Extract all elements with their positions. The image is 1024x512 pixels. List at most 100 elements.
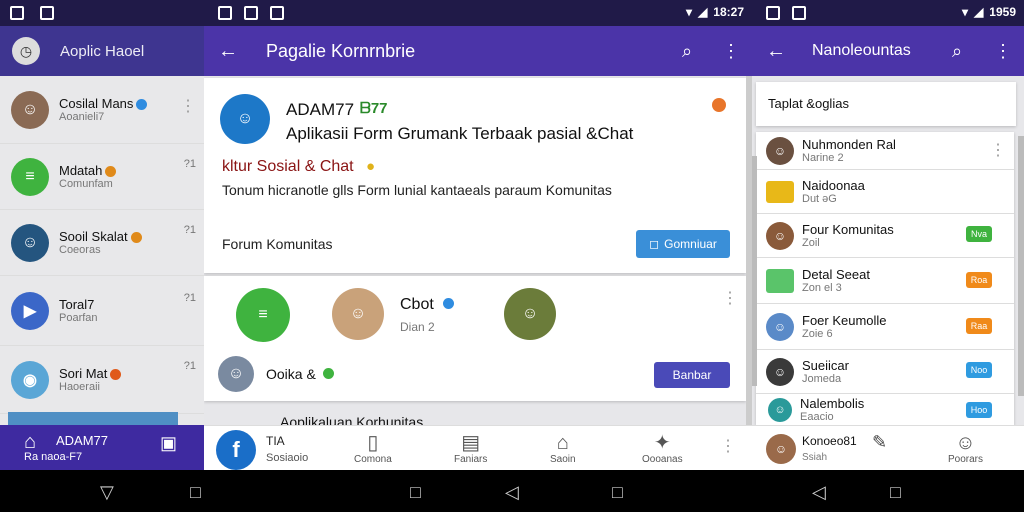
square-icon[interactable]: □ [612,482,623,503]
book-icon: ▯ [367,432,379,454]
share-icon: ✦ [653,432,671,454]
notification-icon [40,6,54,20]
status-bar-middle: ▾ ◢ 18:27 [204,0,752,26]
emoji-icon: ● [366,158,376,175]
list-item[interactable]: ◉ Sori Mat Haoeraii ?1 [0,346,204,414]
tab-label: Faniars [454,454,488,465]
check-icon [323,368,334,379]
chat-bubble-icon: ≡ [236,288,290,342]
more-icon[interactable]: ⋮ [180,96,196,116]
list-item[interactable]: ☺ Cosilal Mans Aoanieli7 ⋮ [0,76,204,144]
badge-icon [105,166,117,178]
verified-icon [136,99,148,111]
chat-icon: ▤ [461,432,481,454]
tab-label: Comona [354,454,392,465]
square-icon[interactable]: □ [410,482,421,503]
avatar: ☺ [766,434,796,464]
group-sub: Dian 2 [400,320,435,334]
middle-content: ☺ ADAM77 ᗷ77 Aplikasii Form Grumank Terb… [204,76,752,425]
member-name: Nalembolis [800,396,865,411]
tab-label: Oooanas [642,454,683,465]
facebook-icon[interactable]: f [216,430,256,470]
tab-card[interactable]: Taplat &oglias [756,82,1016,126]
back-icon[interactable]: ▽ [100,482,114,503]
forum-label: Forum Komunitas [222,236,333,252]
avatar: ☺ [332,288,384,340]
list-item[interactable]: ☺ Sueiicar Jomeda Noo [756,350,1014,394]
join-button[interactable]: Banbar [654,362,730,388]
member-name: Naidoonaa [802,178,865,193]
scrollbar[interactable] [752,156,757,386]
tab-chat[interactable]: ▤ Faniars [454,432,487,465]
left-app-title: Aoplic Haoel [60,42,145,60]
tab-label: Saoin [550,454,576,465]
tab-share[interactable]: ✦ Oooanas [642,432,683,465]
badge-icon [130,232,142,244]
more-icon[interactable]: ⋮ [990,140,1006,160]
list-item[interactable]: Detal Seeat Zon el 3 Roa [756,258,1014,304]
headline: Aplikasii Form Grumank Terbaak pasial &C… [286,124,634,143]
right-title: Nanoleountas [812,42,911,59]
search-icon[interactable]: ⌕ [952,41,962,62]
join-label: Banbar [672,368,712,382]
system-nav-bar: ▽ □ □ ◁ □ ◁ □ [0,470,1024,512]
tab-label: Taplat &oglias [768,96,849,111]
row-name: Ooika & [266,366,316,382]
building-icon[interactable]: ▣ [160,433,177,454]
notification-icon [792,6,806,20]
notification-icon [218,6,232,20]
partial-row: Aoplikaluan Korhunitas [280,414,424,425]
home-icon: ⌂ [556,432,569,454]
status-badge: Raa [966,318,992,334]
list-item[interactable]: ☺ Sooil Skalat Coeoras ?1 [0,210,204,276]
profile-name: ADAM77 [286,100,355,119]
member-sub: Eaacio [800,411,834,423]
flag-icon [712,98,726,112]
list-item[interactable]: ☺ Nalembolis Eaacio Hoo [756,394,1014,425]
square-icon[interactable]: □ [890,482,901,503]
contact-name: Sooil Skalat [59,229,128,244]
cta-button[interactable]: ◻ Gomniuar [636,230,730,258]
back-arrow-icon[interactable]: ← [218,40,238,63]
nav-sub-0: Sosiaoio [266,452,309,464]
back-arrow-icon[interactable]: ← [766,40,786,63]
square-icon[interactable]: □ [190,482,201,503]
member-name: Four Komunitas [802,222,894,237]
list-item[interactable]: ☺ Four Komunitas Zoil Nva [756,214,1014,258]
edit-icon[interactable]: ✎ [872,432,887,453]
list-item[interactable]: ☺ Foer Keumolle Zoie 6 Raa [756,304,1014,350]
chat-icon [766,268,794,293]
person-icon: ☺ [955,432,976,454]
timestamp: ?1 [183,360,196,372]
signal-icon: ◢ [974,5,984,19]
subhead: kltur Sosial & Chat [222,158,354,175]
signal-icon: ◢ [698,5,708,19]
tab-book[interactable]: ▯ Comona [354,432,392,465]
left-footer[interactable]: ⌂ ADAM77 Ra naoa-F7 ▣ [0,425,204,470]
more-icon[interactable]: ⋮ [720,436,736,456]
more-vert-icon[interactable]: ⋮ [994,41,1012,62]
more-vert-icon[interactable]: ⋮ [722,41,740,62]
list-item[interactable]: Naidoonaa Dut ǝG [756,170,1014,214]
more-icon[interactable]: ⋮ [722,288,738,308]
contact-name: Mdatah [59,163,103,178]
status-badge: Roa [966,272,992,288]
list-item[interactable]: ▶ Toral7 Poarfan ?1 [0,276,204,346]
back-icon[interactable]: ◁ [812,482,826,503]
member-name: Detal Seeat [802,267,870,282]
back-icon[interactable]: ◁ [505,482,519,503]
search-icon[interactable]: ⌕ [682,41,692,62]
list-item[interactable]: ☺ Nuhmonden Ral Narine 2 ⋮ [756,132,1014,170]
tab-home[interactable]: ⌂ Saoin [550,432,576,465]
nav-label-0: TIA [266,434,285,448]
list-item[interactable]: ≡ Mdatah Comunfam ?1 [0,144,204,210]
status-time: 1959 [989,5,1016,19]
clock-avatar-icon[interactable]: ◷ [12,37,40,65]
notification-icon [766,6,780,20]
right-bottom-bar: ☺ Konoeo81 Ssiah ✎ ☺ Poorars [752,425,1024,470]
scrollbar[interactable] [1018,136,1024,396]
tab-profile[interactable]: ☺ Poorars [948,432,983,465]
avatar: ☺ [768,397,792,422]
contact-name: Cosilal Mans [59,96,134,111]
notification-icon [244,6,258,20]
